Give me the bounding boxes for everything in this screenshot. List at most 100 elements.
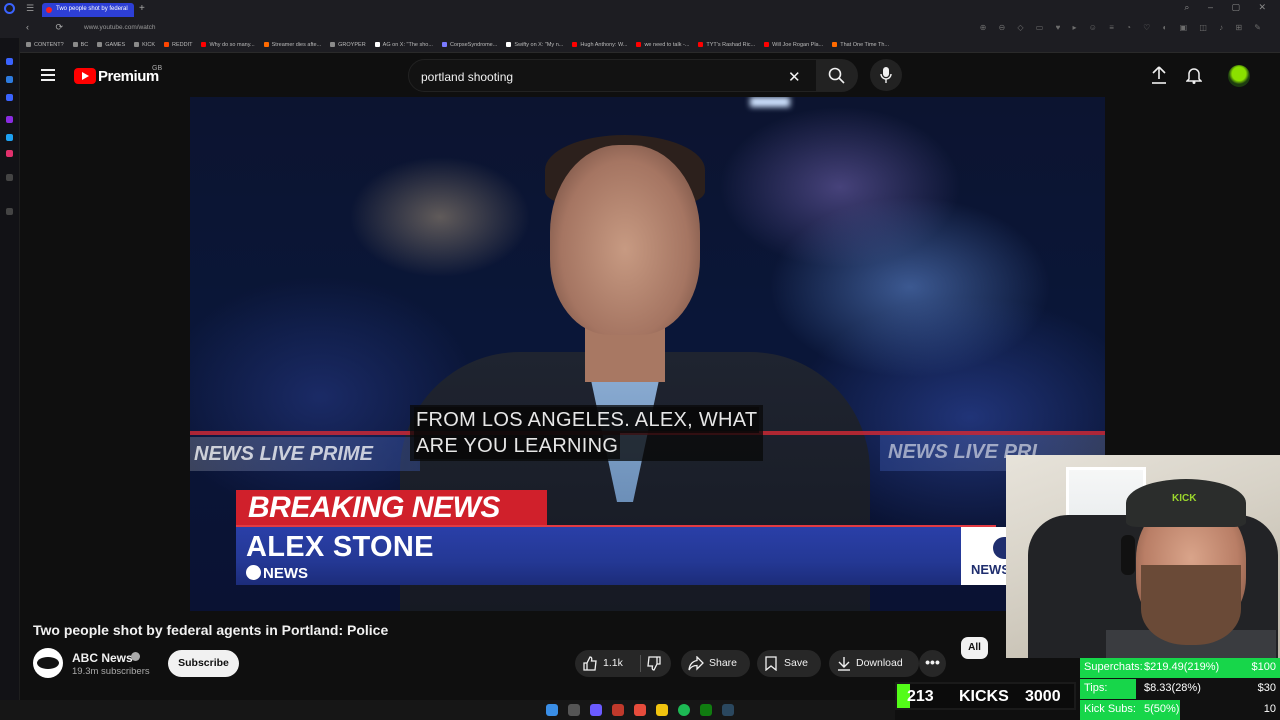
channel-avatar[interactable] — [33, 648, 63, 678]
notifications-bell-icon[interactable] — [1186, 66, 1202, 84]
bookmark-favicon-icon — [263, 42, 269, 47]
headset-icon — [1121, 535, 1135, 575]
bookmark-item[interactable]: we need to talk -... — [636, 38, 689, 48]
browser-sidebar — [0, 38, 20, 700]
sidebar-app-icon[interactable] — [6, 174, 13, 181]
sidebar-app-icon[interactable] — [6, 150, 13, 157]
bookmark-item[interactable]: KICK — [134, 38, 155, 48]
subscribe-button[interactable]: Subscribe — [168, 650, 239, 677]
badge-text: NEWS — [971, 562, 1010, 577]
download-icon — [838, 657, 850, 671]
bookmark-item[interactable]: That One Time Th... — [832, 38, 889, 48]
window-controls[interactable]: ⌕ – ▢ ✕ — [1184, 2, 1274, 13]
bookmark-icon — [765, 656, 777, 671]
tab-list-icon[interactable]: ☰ — [26, 3, 34, 14]
taskbar-search-icon[interactable] — [568, 704, 580, 716]
abc-logo-icon — [246, 565, 261, 580]
bookmark-item[interactable]: Why do so many... — [201, 38, 255, 48]
taskbar-app-icon[interactable] — [590, 704, 602, 716]
goal-value: 5(50%) — [1144, 703, 1180, 715]
streamer-beard — [1141, 565, 1241, 645]
bookmark-item[interactable]: BC — [72, 38, 88, 48]
youtube-logo-icon[interactable] — [74, 68, 96, 84]
taskbar-app-icon[interactable] — [634, 704, 646, 716]
bookmark-favicon-icon — [201, 42, 207, 47]
bookmarks-bar: CONTENT? BC GAMES KICK REDDIT Why do so many.… — [0, 38, 1280, 53]
like-count[interactable]: 1.1k — [603, 650, 623, 677]
bookmark-item[interactable]: CONTENT? — [26, 38, 64, 48]
bookmark-item[interactable]: Will Joe Rogan Pla... — [764, 38, 823, 48]
taskbar-app-icon[interactable] — [612, 704, 624, 716]
spotify-icon[interactable] — [678, 704, 690, 716]
reporter-name: ALEX STONE — [246, 531, 434, 563]
sidebar-app-icon[interactable] — [6, 58, 13, 65]
bookmark-item[interactable]: Streamer dies afte... — [263, 38, 321, 48]
url-field[interactable]: www.youtube.com/watch — [84, 24, 156, 31]
search-input[interactable]: portland shooting ✕ — [408, 59, 820, 92]
bookmark-label: REDDIT — [172, 42, 193, 48]
sidebar-app-icon[interactable] — [6, 76, 13, 83]
sidebar-app-icon[interactable] — [6, 116, 13, 123]
goal-target: $30 — [1257, 682, 1276, 694]
sidebar-app-icon[interactable] — [6, 94, 13, 101]
sidebar-app-icon[interactable] — [6, 208, 13, 215]
bookmark-favicon-icon — [832, 42, 838, 47]
new-tab-button[interactable]: + — [139, 3, 145, 14]
studio-light — [750, 97, 790, 107]
share-button[interactable]: Share — [681, 650, 750, 677]
bookmark-favicon-icon — [764, 42, 770, 47]
bookmark-item[interactable]: Hugh Anthony: W... — [572, 38, 627, 48]
search-query[interactable]: portland shooting — [421, 70, 513, 84]
like-thumb-icon[interactable] — [583, 656, 598, 671]
nav-buttons[interactable]: ‹ ⟳ — [26, 22, 75, 33]
more-actions-button[interactable]: ••• — [919, 650, 946, 677]
kicks-goal: 3000 — [1025, 688, 1061, 705]
hamburger-menu-icon[interactable] — [41, 69, 55, 81]
save-button[interactable]: Save — [757, 650, 821, 677]
steam-icon[interactable] — [722, 704, 734, 716]
network-text: NEWS — [263, 565, 308, 582]
bookmark-item[interactable]: CorpseSyndrome... — [441, 38, 497, 48]
goal-value: $219.49(219%) — [1144, 661, 1220, 673]
kicks-label: KICKS — [959, 688, 1009, 705]
active-tab[interactable]: Two people shot by federal — [42, 3, 134, 17]
studio-ticker-left: NEWS LIVE PRIME — [190, 437, 420, 471]
share-arrow-icon — [688, 656, 704, 671]
closed-caption: FROM LOS ANGELES. ALEX, WHAT ARE YOU LEA… — [410, 405, 764, 461]
voice-search-button[interactable] — [870, 59, 902, 91]
abc-logo-icon — [993, 537, 1007, 559]
bookmark-item[interactable]: GROYPER — [330, 38, 366, 48]
download-button[interactable]: Download — [829, 650, 919, 677]
caption-line-1: FROM LOS ANGELES. ALEX, WHAT — [414, 407, 760, 433]
sidebar-app-icon[interactable] — [6, 134, 13, 141]
bookmark-item[interactable]: GAMES — [97, 38, 125, 48]
channel-name[interactable]: ABC News — [72, 651, 133, 665]
ticker-left-text: NEWS LIVE PRIME — [194, 443, 373, 465]
chip-all[interactable]: All — [961, 637, 988, 659]
video-title: Two people shot by federal agents in Por… — [33, 622, 389, 638]
extension-icons[interactable]: ⊕ ⊖ ◇ ▭ ♥ ▸ ☺ ≡ ◔ ♡ ◐ ▣ ◫ ♪ ⊞ ✎ — [980, 23, 1266, 32]
goal-value: $8.33(28%) — [1144, 682, 1201, 694]
folder-icon[interactable] — [656, 704, 668, 716]
xbox-icon[interactable] — [700, 704, 712, 716]
browser-tab-bar: ☰ Two people shot by federal + ⌕ – ▢ ✕ — [0, 0, 1280, 19]
windows-start-icon[interactable] — [546, 704, 558, 716]
dislike-thumb-icon[interactable] — [646, 656, 661, 671]
video-player[interactable]: NEWS LIVE PRIME NEWS LIVE PRI FROM LOS A… — [190, 97, 1105, 611]
account-avatar[interactable] — [1228, 65, 1250, 87]
clear-search-icon[interactable]: ✕ — [788, 68, 801, 86]
upload-icon[interactable] — [1151, 66, 1167, 84]
bookmark-item[interactable]: TYT's Rashad Ric... — [698, 38, 755, 48]
bookmark-favicon-icon — [374, 42, 380, 47]
share-label: Share — [709, 657, 738, 669]
bookmark-label: Why do so many... — [209, 42, 255, 48]
search-button[interactable] — [816, 59, 858, 92]
opera-logo-icon[interactable] — [4, 3, 15, 14]
verified-icon — [131, 652, 140, 661]
youtube-brand[interactable]: Premium — [98, 68, 159, 85]
donation-goals-widget: Superchats: $219.49(219%) $100 Tips: $8.33(2… — [1080, 658, 1280, 720]
bookmark-item[interactable]: Swifty on X: "My n... — [506, 38, 563, 48]
bookmark-item[interactable]: AG on X: "The sho... — [374, 38, 433, 48]
address-bar: ‹ ⟳ www.youtube.com/watch ⊕ ⊖ ◇ ▭ ♥ ▸ ☺ … — [0, 19, 1280, 38]
bookmark-item[interactable]: REDDIT — [164, 38, 192, 48]
